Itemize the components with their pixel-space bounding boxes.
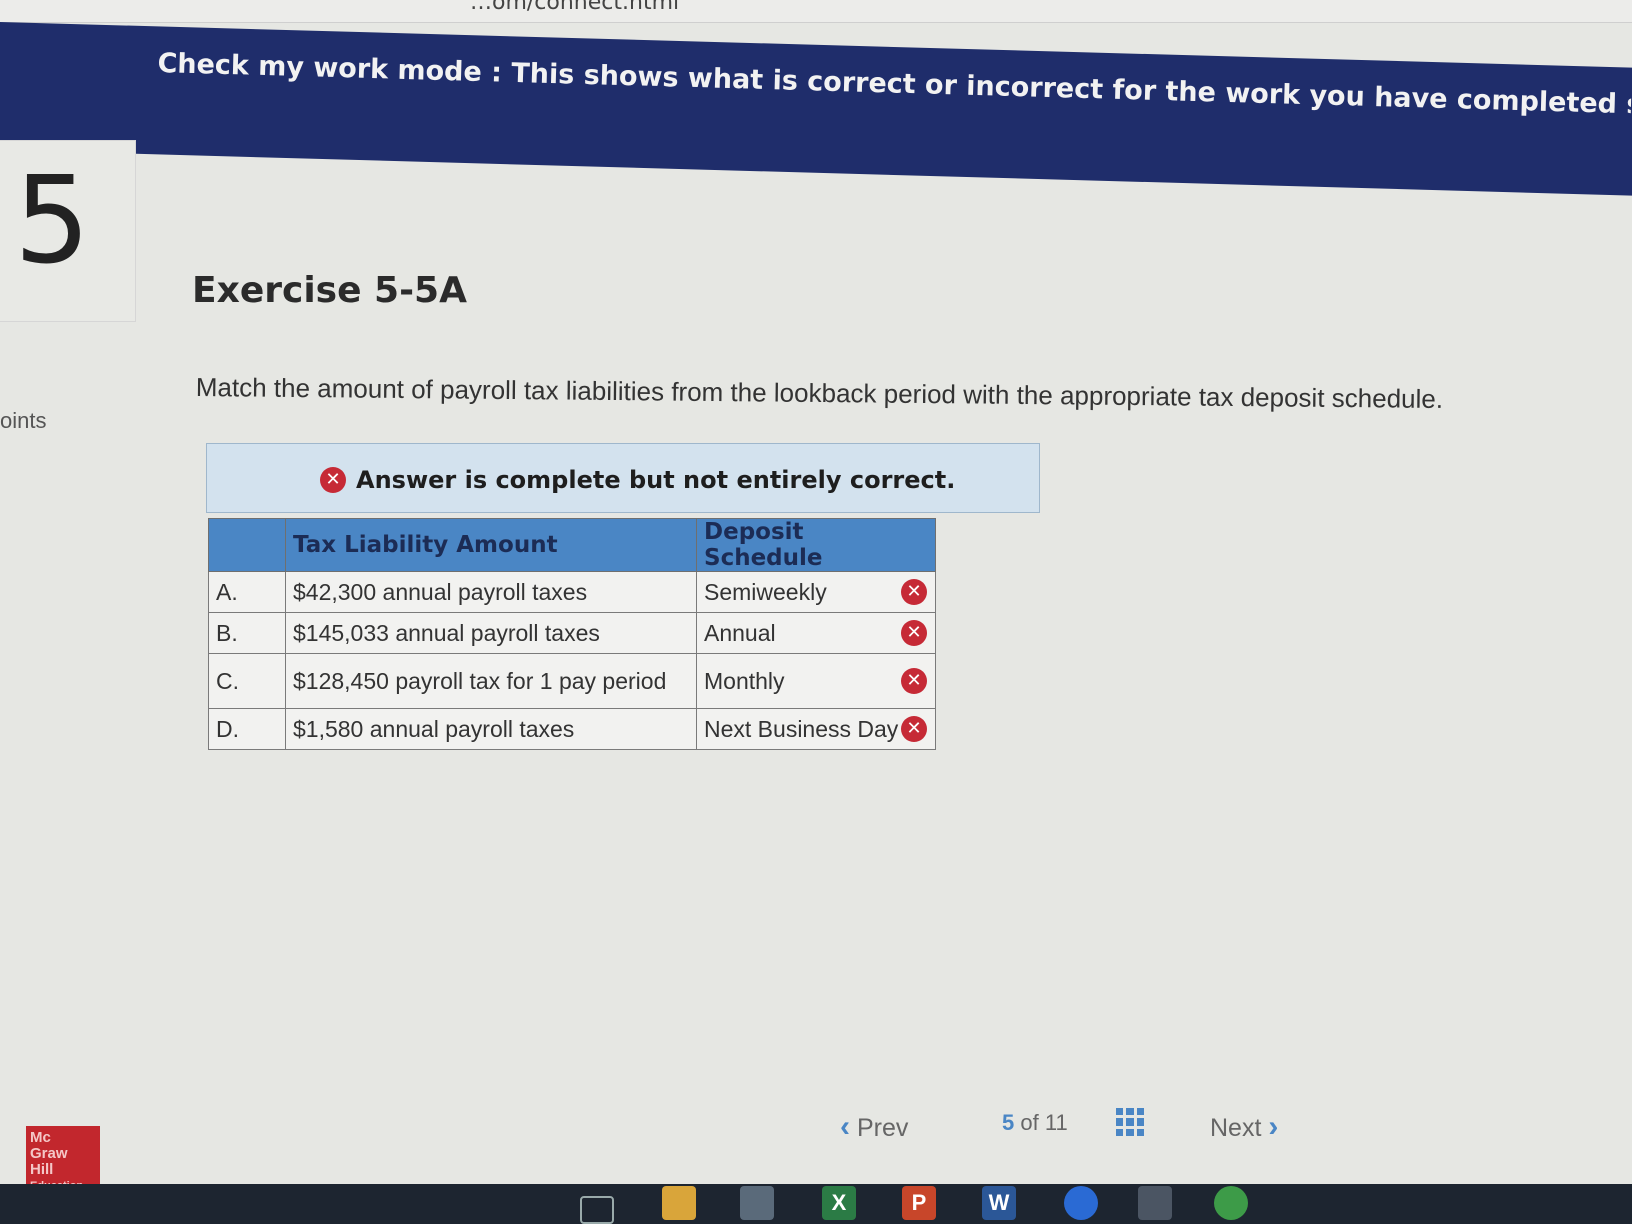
table-row: A. $42,300 annual payroll taxes Semiweek…	[208, 571, 936, 613]
chevron-right-icon: ›	[1268, 1110, 1279, 1143]
row-schedule-cell[interactable]: Next Business Day ✕	[696, 708, 936, 750]
row-letter: C.	[208, 653, 286, 709]
exercise-title: Exercise 5-5A	[192, 270, 467, 311]
total-questions: 11	[1044, 1110, 1068, 1135]
header-deposit-schedule: Deposit Schedule	[696, 518, 936, 572]
row-schedule-cell[interactable]: Monthly ✕	[696, 653, 936, 709]
store-icon[interactable]	[740, 1186, 774, 1220]
powerpoint-icon[interactable]: P	[902, 1186, 936, 1220]
incorrect-x-icon: ✕	[901, 620, 927, 646]
row-amount: $42,300 annual payroll taxes	[285, 571, 697, 613]
row-amount: $145,033 annual payroll taxes	[285, 612, 697, 654]
row-schedule: Semiweekly	[704, 578, 827, 605]
table-row: D. $1,580 annual payroll taxes Next Busi…	[208, 708, 936, 750]
instructions-text: Match the amount of payroll tax liabilit…	[195, 372, 1444, 414]
row-schedule-cell[interactable]: Annual ✕	[696, 612, 936, 654]
result-message: Answer is complete but not entirely corr…	[356, 466, 956, 494]
points-label: oints	[0, 408, 47, 433]
prev-button[interactable]: ‹ Prev	[840, 1110, 908, 1144]
question-grid-icon[interactable]	[1116, 1108, 1144, 1136]
row-schedule: Monthly	[704, 667, 785, 694]
answer-table: Tax Liability Amount Deposit Schedule A.…	[208, 518, 936, 750]
row-schedule-cell[interactable]: Semiweekly ✕	[696, 571, 936, 613]
x-circle-icon: ✕	[320, 467, 346, 493]
of-label: of	[1020, 1110, 1039, 1135]
table-header-row: Tax Liability Amount Deposit Schedule	[208, 518, 936, 572]
incorrect-x-icon: ✕	[901, 668, 927, 694]
incorrect-x-icon: ✕	[901, 716, 927, 742]
taskbar	[0, 1184, 1632, 1224]
row-amount: $128,450 payroll tax for 1 pay period	[285, 653, 697, 709]
word-icon[interactable]: W	[982, 1186, 1016, 1220]
header-tax-liability: Tax Liability Amount	[285, 518, 697, 572]
next-button[interactable]: Next ›	[1210, 1110, 1278, 1144]
prev-label: Prev	[856, 1114, 909, 1142]
row-letter: D.	[208, 708, 286, 750]
table-row: B. $145,033 annual payroll taxes Annual …	[208, 612, 936, 654]
question-number: 5	[14, 152, 91, 291]
table-row: C. $128,450 payroll tax for 1 pay period…	[208, 653, 936, 709]
task-view-icon[interactable]	[580, 1196, 614, 1224]
mail-icon[interactable]	[1138, 1186, 1172, 1220]
current-question: 5	[1002, 1110, 1015, 1135]
header-letter	[208, 518, 286, 572]
url-fragment: …om/connect.html	[470, 0, 680, 15]
chrome-icon[interactable]	[1214, 1186, 1248, 1220]
page-indicator: 5 of 11	[1002, 1110, 1068, 1136]
chevron-left-icon: ‹	[840, 1110, 850, 1143]
file-explorer-icon[interactable]	[662, 1186, 696, 1220]
excel-icon[interactable]: X	[822, 1186, 856, 1220]
result-feedback: ✕ Answer is complete but not entirely co…	[320, 466, 955, 494]
browser-top-strip: …om/connect.html	[0, 0, 1632, 23]
incorrect-x-icon: ✕	[901, 579, 927, 605]
edge-icon[interactable]	[1064, 1186, 1098, 1220]
row-schedule: Annual	[704, 619, 776, 646]
next-label: Next	[1210, 1114, 1262, 1142]
row-schedule: Next Business Day	[704, 715, 899, 742]
row-letter: A.	[208, 571, 286, 613]
row-letter: B.	[208, 612, 286, 654]
row-amount: $1,580 annual payroll taxes	[285, 708, 697, 750]
